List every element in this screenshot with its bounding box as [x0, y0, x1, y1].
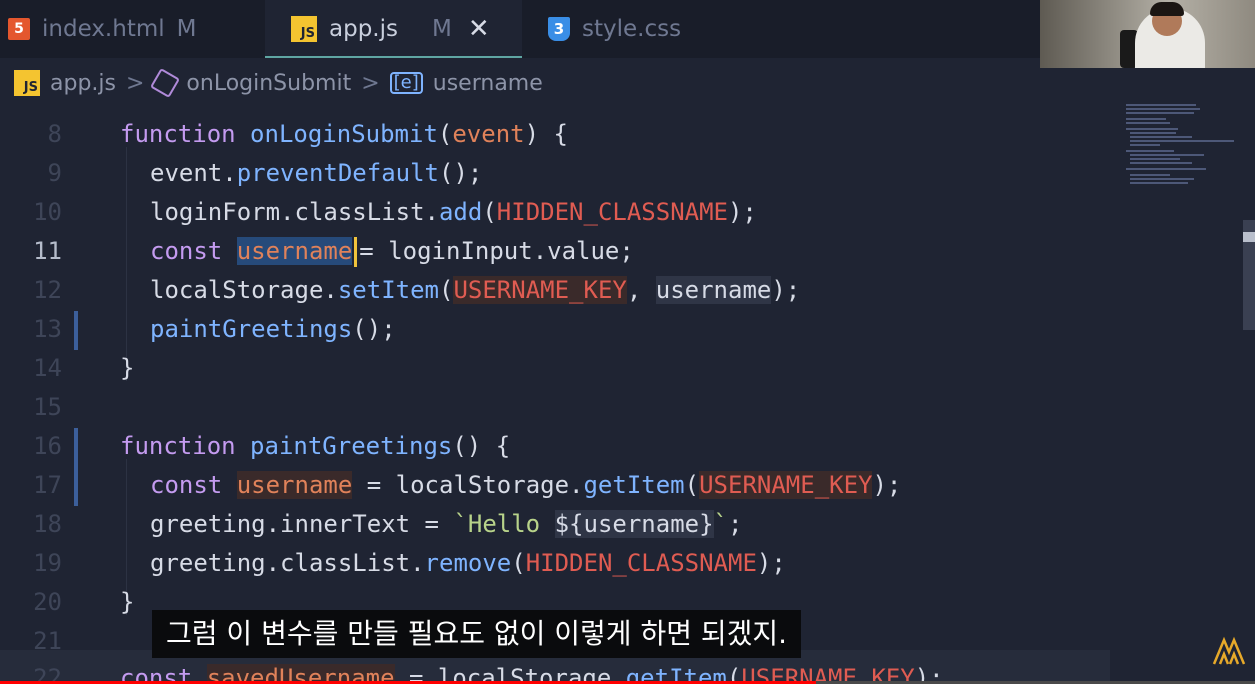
tab-style-css[interactable]: 3 style.css	[522, 0, 762, 58]
line-number: 16	[33, 432, 62, 460]
code-line[interactable]: 10 loginForm.classList.add(HIDDEN_CLASSN…	[0, 193, 1110, 232]
breadcrumb-file[interactable]: app.js	[50, 71, 116, 96]
chevron-right-icon: >	[125, 70, 145, 96]
js-file-icon: JS	[291, 16, 317, 42]
tab-label: index.html	[42, 16, 165, 42]
channel-logo-icon	[1212, 636, 1246, 665]
code-line[interactable]: 9 event.preventDefault();	[0, 154, 1110, 193]
tab-index-html[interactable]: 5 index.html M	[0, 0, 265, 58]
tab-label: app.js	[329, 16, 398, 42]
code-line[interactable]: 19 greeting.classList.remove(HIDDEN_CLAS…	[0, 544, 1110, 583]
code-line[interactable]: 15	[0, 388, 1110, 427]
css-file-icon: 3	[548, 17, 570, 41]
code-line[interactable]: 14 }	[0, 349, 1110, 388]
code-line[interactable]: 12 localStorage.setItem(USERNAME_KEY, us…	[0, 271, 1110, 310]
code-line-current[interactable]: 11 const username = loginInput.value;	[0, 232, 1110, 271]
line-number: 9	[47, 159, 62, 187]
function-cube-icon	[150, 67, 181, 99]
video-subtitle: 그럼 이 변수를 만들 필요도 없이 이렇게 하면 되겠지.	[152, 610, 802, 658]
code-line[interactable]: 8 function onLoginSubmit(event) {	[0, 115, 1110, 154]
line-number: 13	[33, 315, 62, 343]
line-number: 17	[33, 471, 62, 499]
line-number: 8	[47, 120, 62, 148]
line-number: 20	[33, 588, 62, 616]
text-cursor	[354, 237, 358, 267]
html-file-icon: 5	[8, 18, 30, 40]
js-file-icon: JS	[14, 70, 40, 96]
line-number: 14	[33, 354, 62, 382]
line-number: 15	[33, 393, 62, 421]
close-icon[interactable]: ✕	[468, 14, 490, 44]
line-number: 10	[33, 198, 62, 226]
line-number: 12	[33, 276, 62, 304]
code-line[interactable]: 16 function paintGreetings() {	[0, 427, 1110, 466]
chevron-right-icon: >	[361, 70, 380, 96]
breadcrumb-variable[interactable]: username	[433, 71, 543, 96]
variable-icon: [e]	[389, 72, 423, 94]
code-line[interactable]: 18 greeting.innerText = `Hello ${usernam…	[0, 505, 1110, 544]
line-number: 19	[33, 549, 62, 577]
modified-indicator: M	[176, 16, 197, 42]
line-number: 11	[33, 237, 62, 265]
tab-label: style.css	[582, 16, 682, 42]
modified-indicator: M	[431, 16, 452, 42]
code-editor[interactable]: 8 function onLoginSubmit(event) { 9 even…	[0, 108, 1255, 684]
line-number: 18	[33, 510, 62, 538]
breadcrumb-function[interactable]: onLoginSubmit	[186, 71, 351, 96]
vertical-scrollbar[interactable]	[1243, 220, 1255, 330]
selected-identifier[interactable]: username	[236, 237, 353, 265]
breadcrumb: JS app.js > onLoginSubmit > [e] username	[0, 58, 1255, 108]
code-line[interactable]: 13 paintGreetings();	[0, 310, 1110, 349]
minimap[interactable]	[1122, 100, 1234, 190]
code-line[interactable]: 17 const username = localStorage.getItem…	[0, 466, 1110, 505]
tab-app-js[interactable]: JS app.js M ✕	[265, 0, 522, 58]
